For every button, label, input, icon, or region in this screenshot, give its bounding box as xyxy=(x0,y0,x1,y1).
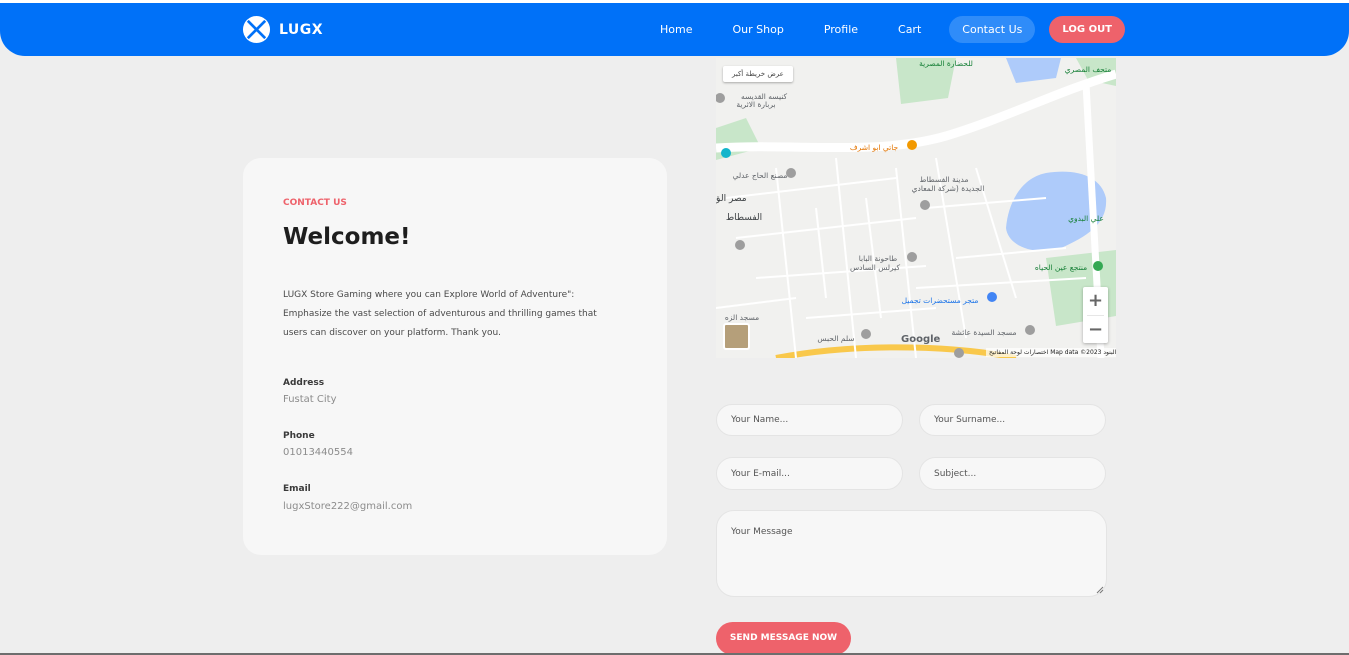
map-label-adly: مصنع الحاج عدلي xyxy=(733,171,788,180)
map-label-badawy: علي البدوي xyxy=(1068,214,1104,223)
satellite-toggle[interactable] xyxy=(723,323,750,350)
brand-logo[interactable]: LUGX xyxy=(242,15,323,44)
map-label-museum: للحضارة المصرية xyxy=(919,59,973,68)
map-label-kirollos: كيرلس السادس xyxy=(850,263,900,272)
contact-description: LUGX Store Gaming where you can Explore … xyxy=(283,290,597,338)
lugx-logo-icon xyxy=(242,15,271,44)
section-eyebrow: CONTACT US xyxy=(283,198,347,208)
map-label-fustat-sub: الجديدة (شركة المعادي xyxy=(912,184,985,193)
map-label-masr: مصر الق xyxy=(716,194,747,204)
zoom-out-button[interactable]: − xyxy=(1083,316,1108,343)
map-label-mosque: مسجد الزه xyxy=(725,313,759,322)
map-label-cosmetics: متجر مستحضرات تجميل xyxy=(902,296,979,305)
view-larger-map-link[interactable]: عرض خريطة أكبر xyxy=(723,66,793,82)
logout-button[interactable]: LOG OUT xyxy=(1049,16,1126,43)
navbar: LUGX Home Our Shop Profile Cart Contact … xyxy=(0,3,1349,56)
subject-input[interactable]: Subject... xyxy=(919,457,1106,490)
email-label: Email xyxy=(283,484,311,494)
name-input[interactable]: Your Name... xyxy=(716,404,903,436)
main-nav: Home Our Shop Profile Cart Contact Us LO… xyxy=(640,16,1126,43)
name-placeholder: Your Name... xyxy=(731,415,789,425)
nav-contact-us[interactable]: Contact Us xyxy=(949,16,1036,43)
nav-profile[interactable]: Profile xyxy=(804,16,878,43)
map-label-egypt-museum: متحف المصري xyxy=(1065,65,1112,74)
resize-handle-icon[interactable] xyxy=(1096,586,1104,594)
address-value: Fustat City xyxy=(283,394,337,405)
surname-input[interactable]: Your Surname... xyxy=(919,404,1106,436)
nav-home[interactable]: Home xyxy=(640,16,712,43)
google-logo: Google xyxy=(901,334,941,345)
nav-our-shop[interactable]: Our Shop xyxy=(712,16,803,43)
map-label-aisha: مسجد السيدة عائشة xyxy=(951,328,1016,337)
email-value: lugxStore222@gmail.com xyxy=(283,501,413,512)
surname-placeholder: Your Surname... xyxy=(934,415,1006,425)
map-credit: اختصارات لوحة المفاتيح Map data ©2023 ال… xyxy=(986,348,1116,357)
nav-cart[interactable]: Cart xyxy=(878,16,941,43)
map-zoom-control: + − xyxy=(1083,287,1108,343)
map-label-fustat: الفسطاط xyxy=(726,213,762,223)
page-title: Welcome! xyxy=(283,224,411,250)
map-canvas[interactable]: مدينة الفسطاط الجديدة (شركة المعادي طاحو… xyxy=(716,58,1116,358)
message-textarea[interactable]: Your Message xyxy=(716,510,1107,597)
map-label-gati: جاتي ابو اشرف xyxy=(850,143,899,152)
map-label-habs: سلم الحبس xyxy=(817,334,854,343)
map-label-resort: منتجع عين الحياه xyxy=(1035,263,1087,272)
phone-label: Phone xyxy=(283,431,315,441)
zoom-in-button[interactable]: + xyxy=(1083,287,1108,315)
location-map[interactable]: مدينة الفسطاط الجديدة (شركة المعادي طاحو… xyxy=(716,58,1116,358)
phone-value: 01013440554 xyxy=(283,447,353,458)
map-label-tahona: طاحونة البابا xyxy=(859,254,898,263)
brand-name: LUGX xyxy=(279,21,324,38)
map-label-fustat-city: مدينة الفسطاط xyxy=(920,175,969,184)
address-label: Address xyxy=(283,378,325,388)
contact-info-card: CONTACT US Welcome! LUGX Store Gaming wh… xyxy=(243,158,667,555)
map-label-barbara: بربارة الاثرية xyxy=(736,100,775,109)
send-message-button[interactable]: SEND MESSAGE NOW xyxy=(716,622,851,655)
email-placeholder: Your E-mail... xyxy=(731,468,790,479)
subject-placeholder: Subject... xyxy=(934,468,977,479)
message-placeholder: Your Message xyxy=(731,527,793,537)
email-input[interactable]: Your E-mail... xyxy=(716,457,903,490)
